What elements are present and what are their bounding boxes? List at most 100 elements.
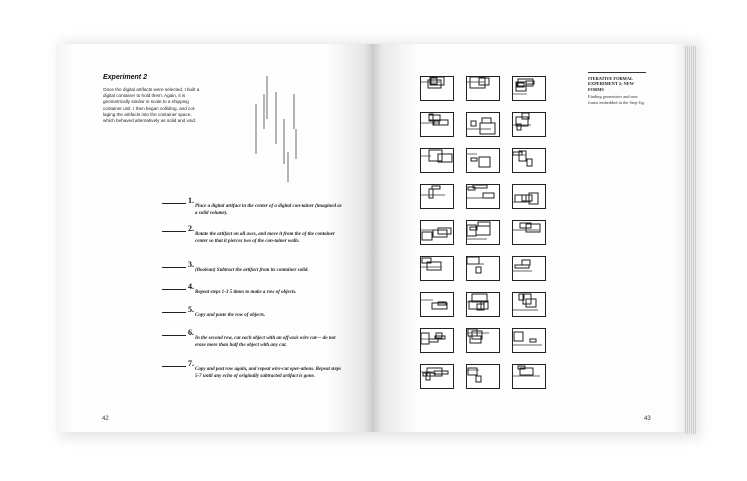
vertical-line-figure: [255, 76, 297, 182]
form-cell: [420, 148, 454, 173]
form-shape: [421, 231, 433, 241]
form-grid: [420, 76, 580, 396]
form-shape: [475, 266, 482, 274]
form-drawing: [467, 153, 491, 168]
form-drawing: [421, 332, 446, 345]
form-cell: [466, 184, 500, 209]
step-rule: [162, 335, 186, 336]
page-number-right: 43: [644, 416, 651, 422]
form-shape: [470, 120, 477, 127]
form-drawing: [513, 331, 542, 346]
form-cell: [466, 112, 500, 137]
form-shape: [475, 225, 491, 236]
form-drawing: [421, 149, 453, 163]
form-cell: [512, 76, 546, 101]
form-drawing: [421, 299, 448, 310]
form-drawing: [513, 78, 535, 95]
right-page: ITERATIVE FORMAL EXPERIMENT 2; NEW FORMS…: [372, 44, 684, 432]
form-drawing: [513, 293, 538, 311]
form-drawing: [421, 113, 449, 126]
form-shape: [478, 77, 490, 86]
step-rule: [162, 289, 186, 290]
step-number: 3.: [188, 260, 194, 269]
form-drawing: [467, 117, 496, 135]
page-edges: [684, 46, 696, 434]
form-shape: [431, 302, 448, 310]
form-cell: [466, 148, 500, 173]
form-cell: [512, 148, 546, 173]
form-cell: [512, 112, 546, 137]
step-number: 1.: [188, 196, 194, 205]
step-rule: [162, 231, 186, 232]
step-rule: [162, 203, 186, 204]
form-cell: [466, 76, 500, 101]
step-rule: [162, 366, 186, 367]
form-shape: [467, 367, 478, 376]
form-cell: [512, 184, 546, 209]
form-drawing: [467, 221, 491, 240]
form-cell: [420, 364, 454, 389]
step-number: 2.: [188, 224, 194, 233]
step-text: (Boolean) Subtract the artifact from its…: [195, 268, 309, 273]
form-shape: [521, 259, 531, 266]
form-drawing: [513, 113, 531, 131]
form-drawing: [421, 367, 449, 381]
form-cell: [420, 184, 454, 209]
step-text: Copy and paste the row of objects.: [195, 313, 266, 318]
form-shape: [430, 77, 438, 85]
form-shape: [479, 122, 496, 135]
form-cell: [512, 364, 546, 389]
form-cell: [512, 328, 546, 353]
left-page: Experiment 2 Once the digital artifacts …: [56, 44, 372, 432]
step-text: Rotate the artifact on all axes, and mov…: [195, 232, 335, 244]
form-cell: [420, 112, 454, 137]
form-cell: [466, 256, 500, 281]
step-rule: [162, 312, 186, 313]
caption-text: Finding geometries and new forms embedde…: [588, 94, 645, 105]
open-book: Experiment 2 Once the digital artifacts …: [0, 0, 747, 481]
form-cell: [420, 220, 454, 245]
form-drawing: [421, 77, 445, 89]
form-shape: [513, 151, 523, 156]
step-text: Copy and past row again, and repeat wire…: [195, 367, 342, 379]
form-drawing: [421, 185, 445, 199]
form-cell: [466, 220, 500, 245]
experiment-description: Once the digital artifacts were selected…: [103, 87, 200, 124]
form-drawing: [513, 150, 533, 167]
form-shape: [526, 158, 533, 167]
step-text: Place a digital artifact in the center o…: [195, 204, 342, 216]
form-drawing: [467, 257, 484, 274]
form-drawing: [467, 329, 489, 344]
form-shape: [428, 188, 434, 199]
form-shape: [478, 156, 491, 168]
form-shape: [482, 192, 495, 199]
form-drawing: [513, 365, 540, 377]
form-shape: [477, 221, 491, 227]
form-shape: [421, 332, 430, 345]
form-drawing: [513, 259, 532, 272]
form-shape: [467, 257, 480, 265]
step-text: Repeat steps 1-3 5 times to make a row o…: [195, 290, 297, 295]
step-rule: [162, 267, 186, 268]
form-cell: [512, 256, 546, 281]
step-text: In the second row, cut each object with …: [195, 336, 336, 348]
step-number: 7.: [188, 359, 194, 368]
step-number: 6.: [188, 328, 194, 337]
form-drawing: [467, 185, 495, 199]
form-drawing: [513, 192, 539, 205]
form-cell: [512, 220, 546, 245]
form-drawing: [513, 222, 541, 233]
form-cell: [466, 292, 500, 317]
form-cell: [512, 292, 546, 317]
form-drawing: [421, 257, 442, 271]
caption-heading: ITERATIVE FORMAL EXPERIMENT 2; NEW FORMS: [588, 76, 634, 92]
page-number-left: 42: [102, 416, 109, 422]
form-cell: [420, 76, 454, 101]
form-drawing: [421, 227, 452, 241]
form-cell: [420, 256, 454, 281]
form-cell: [420, 292, 454, 317]
form-shape: [521, 194, 533, 202]
form-shape: [433, 370, 449, 375]
form-shape: [470, 157, 478, 162]
form-shape: [513, 331, 524, 342]
